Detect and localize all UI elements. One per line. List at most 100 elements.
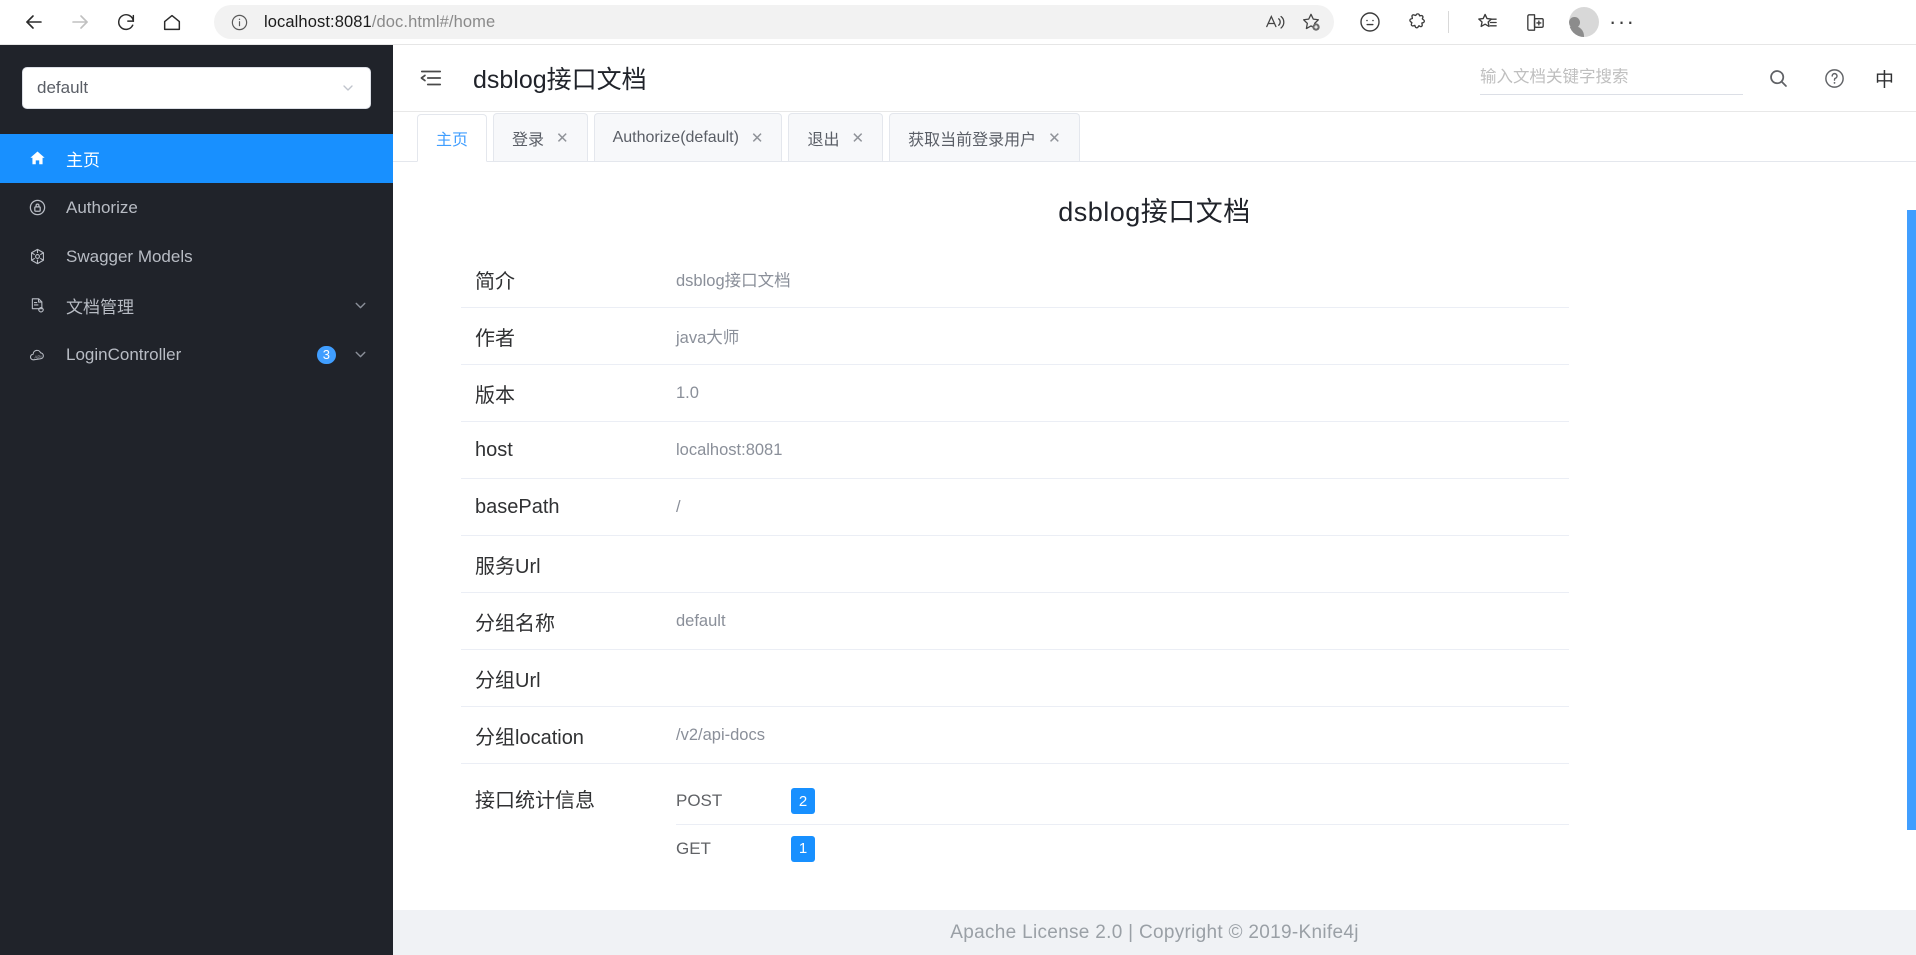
row-label: host bbox=[475, 438, 513, 461]
back-button[interactable] bbox=[14, 2, 54, 42]
profile-avatar[interactable] bbox=[1569, 7, 1599, 37]
footer: Apache License 2.0 | Copyright © 2019-Kn… bbox=[393, 910, 1916, 955]
read-aloud-icon[interactable] bbox=[1258, 7, 1292, 37]
question-circle-icon[interactable] bbox=[1815, 58, 1855, 98]
tab-label: 获取当前登录用户 bbox=[908, 131, 1037, 149]
sidebar-item-label: Swagger Models bbox=[66, 246, 193, 266]
avatar-body bbox=[1569, 26, 1584, 37]
content-scroll-area[interactable]: dsblog接口文档 简介 dsblog接口文档 作者 java大师 版本 1.… bbox=[393, 162, 1916, 910]
url-host: localhost:8081 bbox=[264, 12, 372, 31]
doc-heading: dsblog接口文档 bbox=[1058, 197, 1251, 227]
doc-info-table: 简介 dsblog接口文档 作者 java大师 版本 1.0 host loca… bbox=[461, 251, 1569, 872]
row-label: 作者 bbox=[475, 327, 515, 350]
group-select-container: default bbox=[0, 45, 393, 109]
row-value: localhost:8081 bbox=[676, 440, 783, 459]
search-input[interactable] bbox=[1479, 68, 1743, 87]
tab-label: 登录 bbox=[512, 131, 545, 149]
row-value: /v2/api-docs bbox=[676, 725, 765, 744]
tab-bar: 主页 登录 ✕ Authorize(default) ✕ 退出 ✕ 获取当前登录… bbox=[393, 112, 1916, 162]
vertical-scrollbar[interactable] bbox=[1907, 162, 1916, 910]
tab-current-user[interactable]: 获取当前登录用户 ✕ bbox=[889, 113, 1080, 161]
row-value: / bbox=[676, 497, 681, 516]
close-icon[interactable]: ✕ bbox=[751, 129, 764, 147]
tab-logout[interactable]: 退出 ✕ bbox=[788, 113, 884, 161]
close-icon[interactable]: ✕ bbox=[1048, 129, 1061, 147]
sidebar-item-swagger-models[interactable]: Swagger Models bbox=[0, 232, 393, 281]
group-select[interactable]: default bbox=[22, 67, 371, 109]
toolbar-divider bbox=[1448, 11, 1449, 33]
chevron-down-icon bbox=[340, 80, 356, 96]
footer-text: Apache License 2.0 | Copyright © 2019-Kn… bbox=[950, 921, 1359, 943]
reload-button[interactable] bbox=[106, 2, 146, 42]
row-label: 版本 bbox=[475, 384, 515, 407]
doc-gear-icon bbox=[28, 296, 52, 315]
row-label: 分组名称 bbox=[475, 612, 555, 635]
scrollbar-thumb[interactable] bbox=[1907, 210, 1916, 830]
tab-label: Authorize(default) bbox=[612, 128, 739, 146]
chevron-down-icon[interactable] bbox=[352, 346, 369, 363]
url-path: /doc.html#/home bbox=[371, 12, 496, 31]
row-label: 简介 bbox=[475, 270, 515, 293]
stat-method: GET bbox=[676, 838, 711, 858]
close-icon[interactable]: ✕ bbox=[852, 129, 865, 147]
table-row: 作者 java大师 bbox=[461, 308, 1569, 365]
language-toggle[interactable]: 中 bbox=[1875, 65, 1894, 92]
row-label: 分组Url bbox=[475, 669, 541, 692]
tab-login[interactable]: 登录 ✕ bbox=[493, 113, 588, 161]
sidebar-item-document-management[interactable]: 文档管理 bbox=[0, 281, 393, 330]
more-settings-icon[interactable]: ··· bbox=[1609, 5, 1635, 39]
table-row: 简介 dsblog接口文档 bbox=[461, 251, 1569, 308]
sidebar: default 主页 Authorize Swagger Models 文档管理… bbox=[0, 45, 393, 955]
svg-text:API: API bbox=[34, 354, 41, 359]
search-icon[interactable] bbox=[1759, 58, 1799, 98]
row-value: java大师 bbox=[676, 329, 740, 347]
table-row: 版本 1.0 bbox=[461, 365, 1569, 422]
sidebar-nav: 主页 Authorize Swagger Models 文档管理 API Log… bbox=[0, 134, 393, 379]
close-icon[interactable]: ✕ bbox=[556, 129, 569, 147]
row-label: 接口统计信息 bbox=[475, 790, 595, 812]
browser-action-icons: ··· bbox=[1342, 2, 1649, 42]
cube-icon bbox=[28, 247, 52, 266]
sidebar-item-right bbox=[352, 297, 369, 314]
stat-count-badge: 1 bbox=[791, 835, 815, 862]
sidebar-item-label: Authorize bbox=[66, 197, 138, 217]
sidebar-item-home[interactable]: 主页 bbox=[0, 134, 393, 183]
api-stats-table: POST 2 GET 1 bbox=[676, 778, 1569, 872]
site-info-icon[interactable] bbox=[228, 11, 250, 33]
extensions-puzzle-icon[interactable] bbox=[1398, 2, 1438, 42]
stat-method: POST bbox=[676, 791, 723, 810]
table-row: 分组location /v2/api-docs bbox=[461, 707, 1569, 764]
url-text: localhost:8081/doc.html#/home bbox=[264, 13, 495, 32]
sidebar-item-label: 文档管理 bbox=[66, 298, 134, 317]
collapse-menu-icon[interactable] bbox=[417, 64, 445, 92]
search-box[interactable] bbox=[1479, 61, 1743, 95]
table-row-stats: 接口统计信息 POST 2 GET 1 bbox=[461, 764, 1569, 872]
sidebar-item-logincontroller[interactable]: API LoginController 3 bbox=[0, 330, 393, 379]
app-header: dsblog接口文档 中 bbox=[393, 45, 1916, 112]
sidebar-item-right: 3 bbox=[314, 343, 369, 366]
address-bar[interactable]: localhost:8081/doc.html#/home bbox=[214, 5, 1334, 39]
table-row: basePath / bbox=[461, 479, 1569, 536]
collections-icon[interactable] bbox=[1467, 2, 1507, 42]
browser-essentials-icon[interactable] bbox=[1350, 2, 1390, 42]
doc-overview: dsblog接口文档 简介 dsblog接口文档 作者 java大师 版本 1.… bbox=[393, 162, 1916, 872]
favorite-star-icon[interactable] bbox=[1294, 7, 1328, 37]
sidebar-item-label: 主页 bbox=[66, 151, 100, 170]
tab-home[interactable]: 主页 bbox=[417, 114, 488, 162]
sidebar-item-authorize[interactable]: Authorize bbox=[0, 183, 393, 232]
sidebar-item-label: LoginController bbox=[66, 344, 182, 364]
tab-authorize-default[interactable]: Authorize(default) ✕ bbox=[593, 113, 783, 161]
stat-count-badge: 2 bbox=[791, 788, 815, 814]
table-row: host localhost:8081 bbox=[461, 422, 1569, 479]
chevron-down-icon[interactable] bbox=[352, 297, 369, 314]
row-label: basePath bbox=[475, 495, 560, 518]
split-screen-icon[interactable] bbox=[1515, 2, 1555, 42]
app-shell: default 主页 Authorize Swagger Models 文档管理… bbox=[0, 45, 1916, 955]
sidebar-item-badge: 3 bbox=[314, 343, 338, 366]
forward-button[interactable] bbox=[60, 2, 100, 42]
home-button[interactable] bbox=[152, 2, 192, 42]
table-row: 分组Url bbox=[461, 650, 1569, 707]
browser-toolbar: localhost:8081/doc.html#/home ··· bbox=[0, 0, 1916, 45]
stat-row: POST 2 bbox=[676, 778, 1569, 825]
table-row: 服务Url bbox=[461, 536, 1569, 593]
